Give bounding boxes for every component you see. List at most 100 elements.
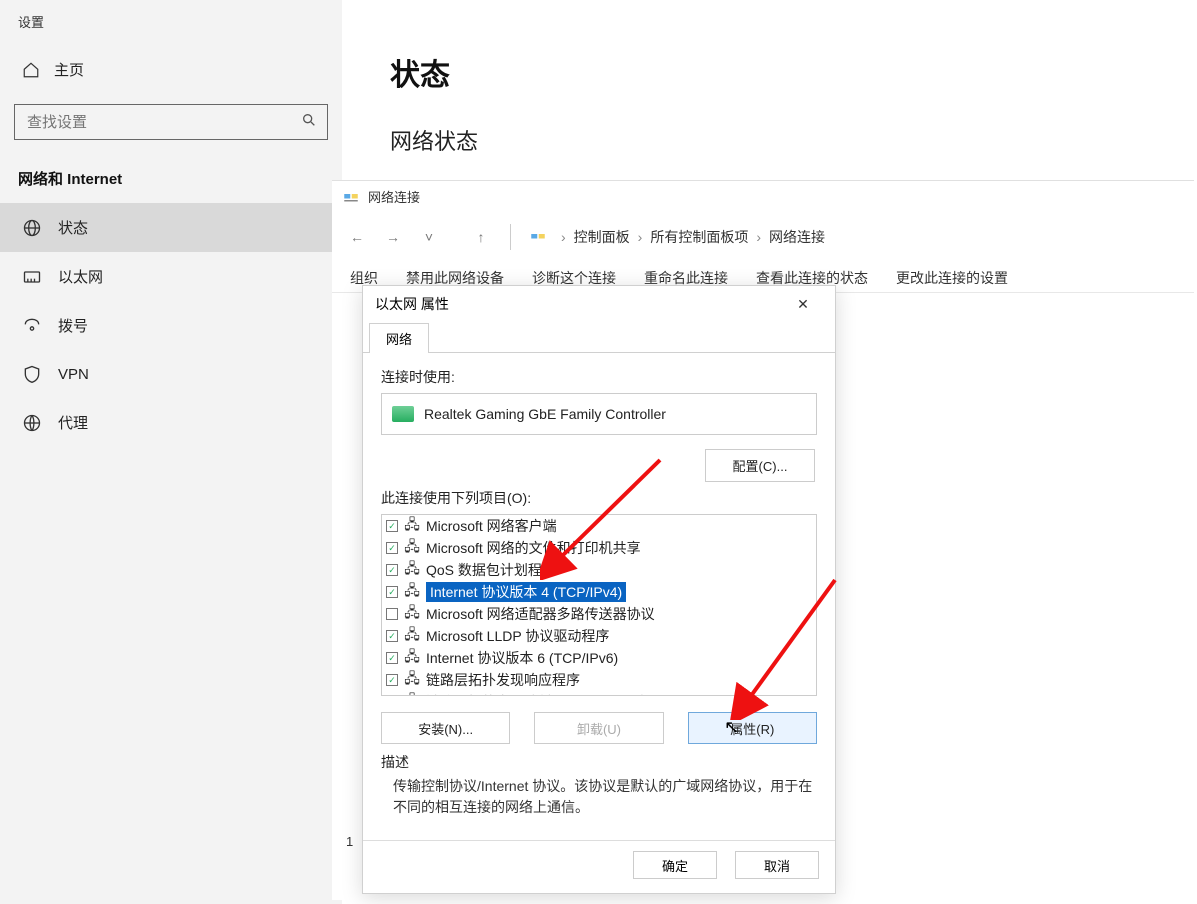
uninstall-button: 卸载(U) [534,712,663,744]
protocol-icon: 🖧 [404,519,420,533]
divider [510,224,511,250]
nc-title-text: 网络连接 [368,187,420,206]
chevron-right-icon: › [561,229,566,245]
ethernet-icon [22,267,42,287]
protocol-item[interactable]: ✓🖧链路层拓扑发现响应程序 [382,669,816,691]
adapter-name: Realtek Gaming GbE Family Controller [424,406,666,422]
dialup-icon [22,316,42,336]
checkbox[interactable] [386,608,398,620]
search-icon [301,112,317,133]
chevron-right-icon: › [638,229,643,245]
items-label: 此连接使用下列项目(O): [381,488,817,508]
checkbox[interactable]: ✓ [386,586,398,598]
sidebar-item-dialup[interactable]: 拨号 [0,301,342,350]
nav-up-button[interactable]: ↑ [470,226,492,248]
checkbox[interactable]: ✓ [386,652,398,664]
protocol-icon: 🖧 [404,695,420,696]
adapter-icon [392,406,414,422]
item-count: 1 [346,834,353,849]
nc-nav-row: ← → ˅ ↑ › 控制面板 › 所有控制面板项 › 网络连接 [332,214,1194,262]
globe-icon [22,218,42,238]
breadcrumb-segment[interactable]: 控制面板 [574,227,630,247]
protocol-item[interactable]: ✓ 🖧 Internet 协议版本 6 (TCP/IPv6) [382,647,816,669]
nc-titlebar: 网络连接 [332,181,1194,214]
protocol-list[interactable]: ✓🖧Microsoft 网络客户端 ✓🖧Microsoft 网络的文件和打印机共… [381,514,817,696]
home-nav[interactable]: 主页 [0,49,342,90]
app-title: 设置 [0,8,342,49]
protocol-label: Microsoft 网络适配器多路传送器协议 [426,604,655,624]
protocol-item[interactable]: ✓🖧Microsoft 网络的文件和打印机共享 [382,537,816,559]
checkbox[interactable]: ✓ [386,542,398,554]
main-content: 状态 网络状态 [390,50,478,156]
breadcrumb-segment[interactable]: 所有控制面板项 [650,227,748,247]
protocol-item[interactable]: ✓🖧链路层拓扑发现映射器 I/O 驱动程序 [382,691,816,696]
vpn-icon [22,364,42,384]
nav-recent-button[interactable]: ˅ [418,226,440,248]
protocol-label: 链路层拓扑发现映射器 I/O 驱动程序 [426,692,648,696]
protocol-item[interactable]: ✓ 🖧 QoS 数据包计划程序 [382,559,816,581]
protocol-icon: 🖧 [404,651,420,665]
protocol-label: Internet 协议版本 6 (TCP/IPv6) [426,648,618,668]
tab-network[interactable]: 网络 [369,323,429,353]
protocol-item[interactable]: ✓ 🖧 Microsoft LLDP 协议驱动程序 [382,625,816,647]
search-box[interactable] [14,104,328,140]
properties-button[interactable]: 属性(R) [688,712,817,744]
checkbox[interactable]: ✓ [386,520,398,532]
protocol-label: 链路层拓扑发现响应程序 [426,670,580,690]
ok-button[interactable]: 确定 [633,851,717,879]
sidebar-item-label: 以太网 [58,266,103,287]
chevron-right-icon: › [756,229,761,245]
protocol-item-ipv4[interactable]: ✓ 🖧 Internet 协议版本 4 (TCP/IPv4) [382,581,816,603]
cmd-change-settings[interactable]: 更改此连接的设置 [896,268,1008,288]
adapter-field[interactable]: Realtek Gaming GbE Family Controller [381,393,817,435]
description-label: 描述 [381,752,817,772]
protocol-label: Microsoft 网络的文件和打印机共享 [426,538,641,558]
protocol-label: Microsoft 网络客户端 [426,516,557,536]
configure-button[interactable]: 配置(C)... [705,449,815,482]
page-title: 状态 [390,50,478,94]
dialog-body: 连接时使用: Realtek Gaming GbE Family Control… [363,353,835,841]
protocol-icon: 🖧 [404,629,420,643]
search-input[interactable] [25,113,301,132]
description-text: 传输控制协议/Internet 协议。该协议是默认的广域网络协议，用于在不同的相… [381,772,817,818]
protocol-icon: 🖧 [404,585,420,599]
nav-back-button[interactable]: ← [346,226,368,248]
protocol-label: Microsoft LLDP 协议驱动程序 [426,626,609,646]
checkbox[interactable]: ✓ [386,674,398,686]
breadcrumb-segment[interactable]: 网络连接 [769,227,825,247]
nav-forward-button[interactable]: → [382,226,404,248]
sidebar-item-label: VPN [58,366,89,383]
tab-strip: 网络 [363,322,835,353]
home-label: 主页 [54,59,84,80]
page-subtitle: 网络状态 [390,124,478,156]
install-button[interactable]: 安装(N)... [381,712,510,744]
network-connections-icon [342,188,360,206]
checkbox[interactable]: ✓ [386,564,398,576]
sidebar-item-proxy[interactable]: 代理 [0,398,342,447]
cancel-button[interactable]: 取消 [735,851,819,879]
protocol-icon: 🖧 [404,607,420,621]
protocol-label: Internet 协议版本 4 (TCP/IPv4) [426,582,626,602]
breadcrumb[interactable]: › 控制面板 › 所有控制面板项 › 网络连接 [561,227,825,247]
proxy-icon [22,413,42,433]
settings-sidebar: 设置 主页 网络和 Internet 状态 以太网 [0,0,342,904]
sidebar-item-label: 代理 [58,412,88,433]
sidebar-item-vpn[interactable]: VPN [0,350,342,398]
close-button[interactable]: ✕ [783,296,823,313]
sidebar-item-label: 拨号 [58,315,88,336]
dialog-titlebar: 以太网 属性 ✕ [363,286,835,322]
protocol-item[interactable]: 🖧 Microsoft 网络适配器多路传送器协议 [382,603,816,625]
breadcrumb-icon [529,228,547,246]
protocol-item[interactable]: ✓ 🖧 Microsoft 网络客户端 [382,515,816,537]
home-icon [22,61,40,79]
dialog-footer: 确定 取消 [363,841,835,893]
protocol-icon: 🖧 [404,563,420,577]
section-header: 网络和 Internet [0,162,342,203]
dialog-title: 以太网 属性 [375,294,449,314]
sidebar-item-label: 状态 [58,217,88,238]
ethernet-properties-dialog: 以太网 属性 ✕ 网络 连接时使用: Realtek Gaming GbE Fa… [362,285,836,894]
sidebar-item-ethernet[interactable]: 以太网 [0,252,342,301]
sidebar-item-status[interactable]: 状态 [0,203,342,252]
protocol-label: QoS 数据包计划程序 [426,560,556,580]
checkbox[interactable]: ✓ [386,630,398,642]
